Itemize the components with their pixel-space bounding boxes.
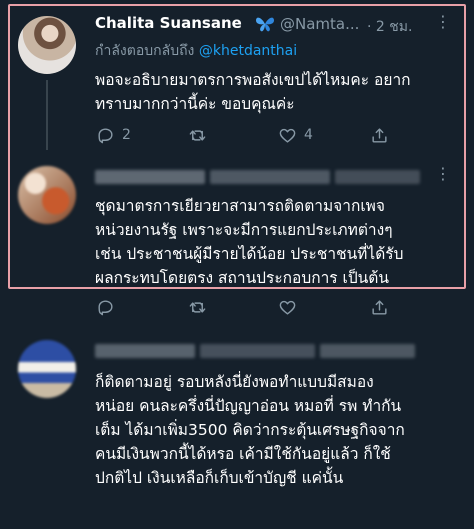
tweet-3[interactable]: ก็ติดตามอยู่ รอบหลังนี่ยังพอทำแบบมีสมอง … — [0, 330, 474, 529]
avatar[interactable] — [18, 16, 76, 74]
retweet-button[interactable] — [188, 124, 214, 146]
reply-button[interactable]: 2 — [96, 124, 131, 146]
avatar[interactable] — [18, 166, 76, 224]
replying-to: กำลังตอบกลับถึง @khetdanthai — [95, 40, 297, 62]
like-icon — [279, 300, 296, 315]
retweet-button[interactable] — [188, 296, 207, 318]
reply-icon — [98, 299, 113, 315]
tweet-1[interactable]: Chalita Suansane @Namta... · 2 ชม. ⋮ กำล… — [0, 0, 474, 150]
reply-mention-link[interactable]: @khetdanthai — [199, 43, 297, 59]
retweet-icon — [189, 129, 206, 141]
verified-butterfly-icon — [256, 17, 274, 32]
avatar[interactable] — [18, 340, 76, 398]
like-button[interactable] — [278, 296, 297, 318]
reply-count: 2 — [122, 127, 131, 143]
share-icon — [372, 127, 387, 143]
like-button[interactable]: 4 — [278, 124, 313, 146]
tweet-text: พอจะอธิบายมาตรการพอสังเขปได้ไหมคะ อยาก ท… — [95, 71, 411, 113]
tweet-actions — [96, 296, 456, 318]
replying-to-label: กำลังตอบกลับถึง — [95, 43, 195, 59]
handle[interactable]: @Namta... — [280, 15, 359, 33]
more-icon[interactable]: ⋮ — [435, 164, 452, 183]
tweet-text: ก็ติดตามอยู่ รอบหลังนี่ยังพอทำแบบมีสมอง … — [95, 373, 405, 487]
share-button[interactable] — [370, 124, 389, 146]
reply-button[interactable] — [96, 296, 115, 318]
like-icon — [279, 128, 296, 143]
reply-icon — [98, 127, 113, 143]
tweet-text: ชุดมาตรการเยียวยาสามารถติดตามจากเพจ หน่ว… — [95, 197, 404, 287]
thread-line — [46, 80, 48, 150]
display-name[interactable]: Chalita Suansane — [95, 14, 242, 32]
tweet-actions: 2 4 — [96, 124, 456, 146]
timestamp[interactable]: · 2 ชม. — [367, 16, 412, 38]
share-button[interactable] — [370, 296, 389, 318]
tweet-2[interactable]: ⋮ ชุดมาตรการเยียวยาสามารถติดตามจากเพจ หน… — [0, 150, 474, 330]
like-count: 4 — [304, 127, 313, 143]
share-icon — [372, 299, 387, 315]
more-icon[interactable]: ⋮ — [435, 12, 452, 31]
retweet-icon — [189, 301, 206, 313]
